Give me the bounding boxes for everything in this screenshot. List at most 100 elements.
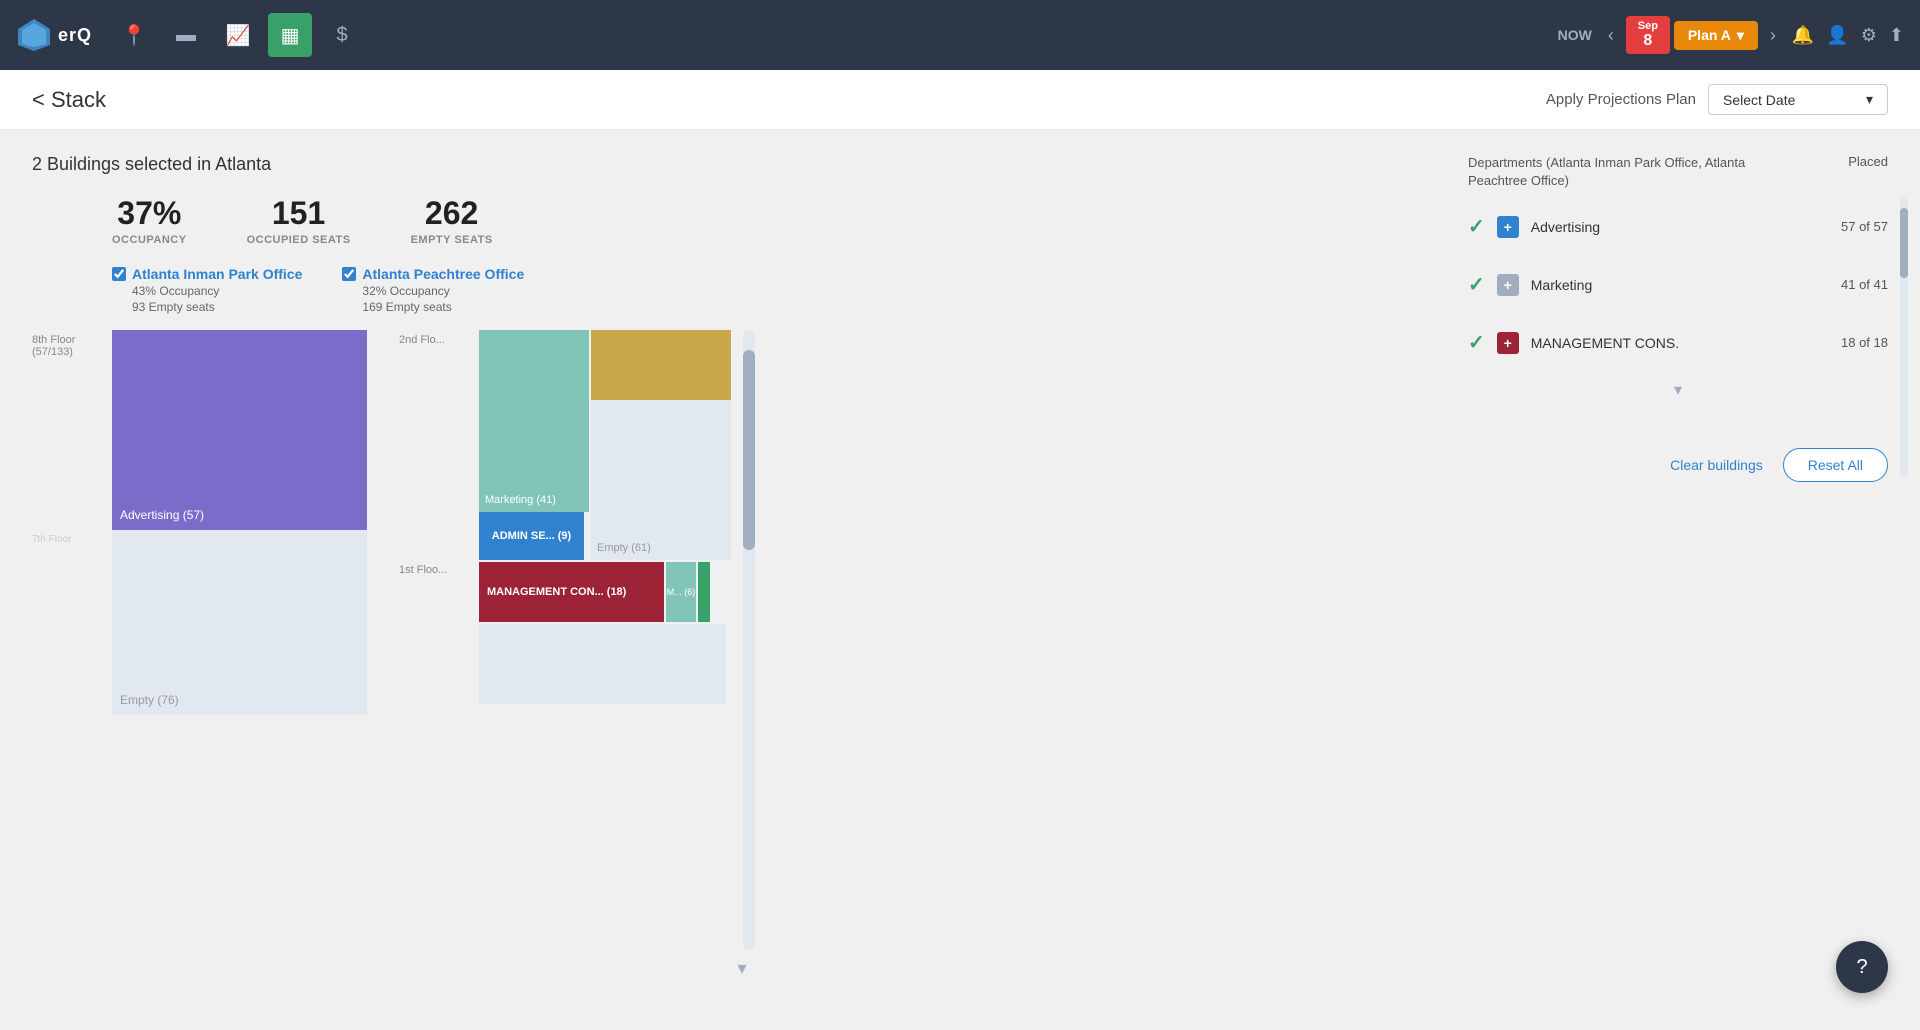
- building1-occupancy: 43% Occupancy: [132, 284, 302, 298]
- b2-1st-floor: MANAGEMENT CON... (18) M... (6): [479, 562, 731, 622]
- b2-m-label: M... (6): [667, 587, 696, 597]
- occupied-seats-stat: 151 OCCUPIED SEATS: [247, 195, 351, 246]
- floor8-label: 8th Floor (57/133): [32, 330, 112, 530]
- departments-header: Departments (Atlanta Inman Park Office, …: [1468, 154, 1888, 190]
- dept-placed-marketing: 41 of 41: [1841, 277, 1888, 292]
- dept-check-advertising: ✓: [1468, 214, 1485, 239]
- plan-badge[interactable]: Plan A ▾: [1674, 21, 1758, 50]
- dept-scroll-container: ✓ + Advertising 57 of 57 ✓ + Marketing 4…: [1468, 198, 1888, 372]
- b2-admin-label: ADMIN SE... (9): [492, 530, 571, 542]
- dept-icon-marketing: +: [1497, 274, 1519, 296]
- building1-floor-labels: 8th Floor (57/133) 7th Floor: [32, 330, 112, 715]
- dept-check-marketing: ✓: [1468, 272, 1485, 297]
- occupied-seats-value: 151: [247, 195, 351, 232]
- right-panel: Departments (Atlanta Inman Park Office, …: [1468, 154, 1888, 1006]
- back-link[interactable]: < Stack: [32, 87, 106, 113]
- b2-admin-bar[interactable]: ADMIN SE... (9): [479, 512, 584, 560]
- nav-grid-icon[interactable]: ▦: [268, 13, 312, 57]
- b2-left-col: Marketing (41) ADMIN SE... (9): [479, 330, 589, 560]
- apply-label: Apply Projections Plan: [1546, 91, 1696, 108]
- b2-tan-bar: [591, 330, 731, 400]
- b1-advertising-bar[interactable]: Advertising (57): [112, 330, 367, 530]
- nav-location-icon[interactable]: 📍: [112, 13, 156, 57]
- building2-checkbox[interactable]: [342, 267, 356, 281]
- charts-area: 8th Floor (57/133) 7th Floor Advertising…: [32, 330, 1452, 950]
- date-badge: Sep 8: [1626, 16, 1670, 54]
- b2-empty-label: Empty (61): [597, 542, 651, 554]
- settings-icon[interactable]: ⚙: [1861, 25, 1877, 46]
- occupancy-value: 37%: [112, 195, 187, 232]
- scroll-down-arrow: ▾: [32, 958, 1452, 979]
- prev-arrow[interactable]: ‹: [1600, 21, 1622, 50]
- building2-info: Atlanta Peachtree Office 32% Occupancy 1…: [342, 266, 524, 314]
- logo[interactable]: erQ: [16, 17, 92, 53]
- building1-bars: Advertising (57) Empty (76): [112, 330, 367, 715]
- building1-empty: 93 Empty seats: [132, 300, 302, 314]
- top-nav: erQ 📍 ▬ 📈 ▦ $ NOW ‹ Sep 8 Plan A ▾ › 🔔 👤…: [0, 0, 1920, 70]
- user-icon[interactable]: 👤: [1826, 25, 1848, 46]
- dept-name-marketing: Marketing: [1531, 277, 1829, 293]
- dept-list: ✓ + Advertising 57 of 57 ✓ + Marketing 4…: [1468, 198, 1888, 372]
- dept-icon-mgmt: +: [1497, 332, 1519, 354]
- building2-floor-labels: 2nd Flo... 1st Floo...: [399, 330, 479, 700]
- b2-marketing-label: Marketing (41): [485, 494, 556, 506]
- empty-seats-label: EMPTY SEATS: [411, 234, 493, 246]
- floor7-label: 7th Floor: [32, 530, 112, 715]
- left-panel: 2 Buildings selected in Atlanta 37% OCCU…: [32, 154, 1452, 1006]
- b1-empty-label: Empty (76): [120, 693, 179, 707]
- select-date-text: Select Date: [1723, 92, 1795, 108]
- b2-mgmt-label: MANAGEMENT CON... (18): [487, 586, 626, 598]
- building1-checkbox[interactable]: [112, 267, 126, 281]
- occupancy-stat: 37% OCCUPANCY: [112, 195, 187, 246]
- building2-bars: Marketing (41) ADMIN SE... (9) Empty (61…: [479, 330, 731, 704]
- building2-name: Atlanta Peachtree Office: [362, 266, 524, 282]
- dept-check-mgmt: ✓: [1468, 330, 1485, 355]
- b2-marketing-bar[interactable]: Marketing (41): [479, 330, 589, 512]
- floor1-label: 1st Floo...: [399, 560, 479, 620]
- buildings-row: Atlanta Inman Park Office 43% Occupancy …: [112, 266, 1452, 314]
- clear-buildings-button[interactable]: Clear buildings: [1670, 457, 1763, 473]
- dept-scrollbar[interactable]: [1900, 198, 1908, 478]
- b1-empty-bar[interactable]: Empty (76): [112, 530, 367, 715]
- select-date-dropdown[interactable]: Select Date ▾: [1708, 84, 1888, 115]
- occupancy-label: OCCUPANCY: [112, 234, 187, 246]
- reset-all-button[interactable]: Reset All: [1783, 448, 1888, 482]
- subheader: < Stack Apply Projections Plan Select Da…: [0, 70, 1920, 130]
- dept-name-mgmt: MANAGEMENT CONS.: [1531, 335, 1829, 351]
- nav-card-icon[interactable]: ▬: [164, 13, 208, 57]
- nav-dollar-icon[interactable]: $: [320, 13, 364, 57]
- nav-trend-icon[interactable]: 📈: [216, 13, 260, 57]
- next-arrow[interactable]: ›: [1762, 21, 1784, 50]
- dropdown-chevron-icon: ▾: [1866, 91, 1873, 108]
- dept-item-advertising[interactable]: ✓ + Advertising 57 of 57: [1468, 198, 1888, 256]
- notifications-icon[interactable]: 🔔: [1792, 25, 1814, 46]
- nav-right-icons: 🔔 👤 ⚙ ⬆: [1792, 25, 1904, 46]
- b2-2nd-floor: Marketing (41) ADMIN SE... (9) Empty (61…: [479, 330, 731, 560]
- subheader-right: Apply Projections Plan Select Date ▾: [1546, 84, 1888, 115]
- upload-icon[interactable]: ⬆: [1889, 25, 1904, 46]
- empty-seats-value: 262: [411, 195, 493, 232]
- building1-info: Atlanta Inman Park Office 43% Occupancy …: [112, 266, 302, 314]
- date-month: Sep: [1634, 20, 1662, 32]
- chart-scrollbar[interactable]: [743, 330, 755, 950]
- building1-chart-section: 8th Floor (57/133) 7th Floor Advertising…: [32, 330, 367, 950]
- b2-right-col: Empty (61): [591, 330, 731, 560]
- plan-dropdown-icon: ▾: [1737, 27, 1744, 44]
- b2-empty-col[interactable]: Empty (61): [591, 400, 731, 560]
- b2-m-bar[interactable]: M... (6): [666, 562, 696, 622]
- chart-scrollbar-thumb: [743, 350, 755, 550]
- b1-advertising-label: Advertising (57): [120, 508, 204, 522]
- now-label: NOW: [1558, 27, 1592, 43]
- empty-seats-stat: 262 EMPTY SEATS: [411, 195, 493, 246]
- b2-mgmt-bar[interactable]: MANAGEMENT CON... (18): [479, 562, 664, 622]
- dept-item-marketing[interactable]: ✓ + Marketing 41 of 41: [1468, 256, 1888, 314]
- dept-icon-advertising: +: [1497, 216, 1519, 238]
- b2-green-bar: [698, 562, 710, 622]
- building2-chart-section: 2nd Flo... 1st Floo... Marketing (41) AD…: [399, 330, 731, 950]
- help-fab[interactable]: ?: [1836, 941, 1888, 993]
- dept-item-mgmt[interactable]: ✓ + MANAGEMENT CONS. 18 of 18: [1468, 314, 1888, 372]
- section-title: 2 Buildings selected in Atlanta: [32, 154, 1452, 175]
- building2-occupancy: 32% Occupancy: [362, 284, 524, 298]
- plan-label: Plan A: [1688, 27, 1731, 43]
- occupied-seats-label: OCCUPIED SEATS: [247, 234, 351, 246]
